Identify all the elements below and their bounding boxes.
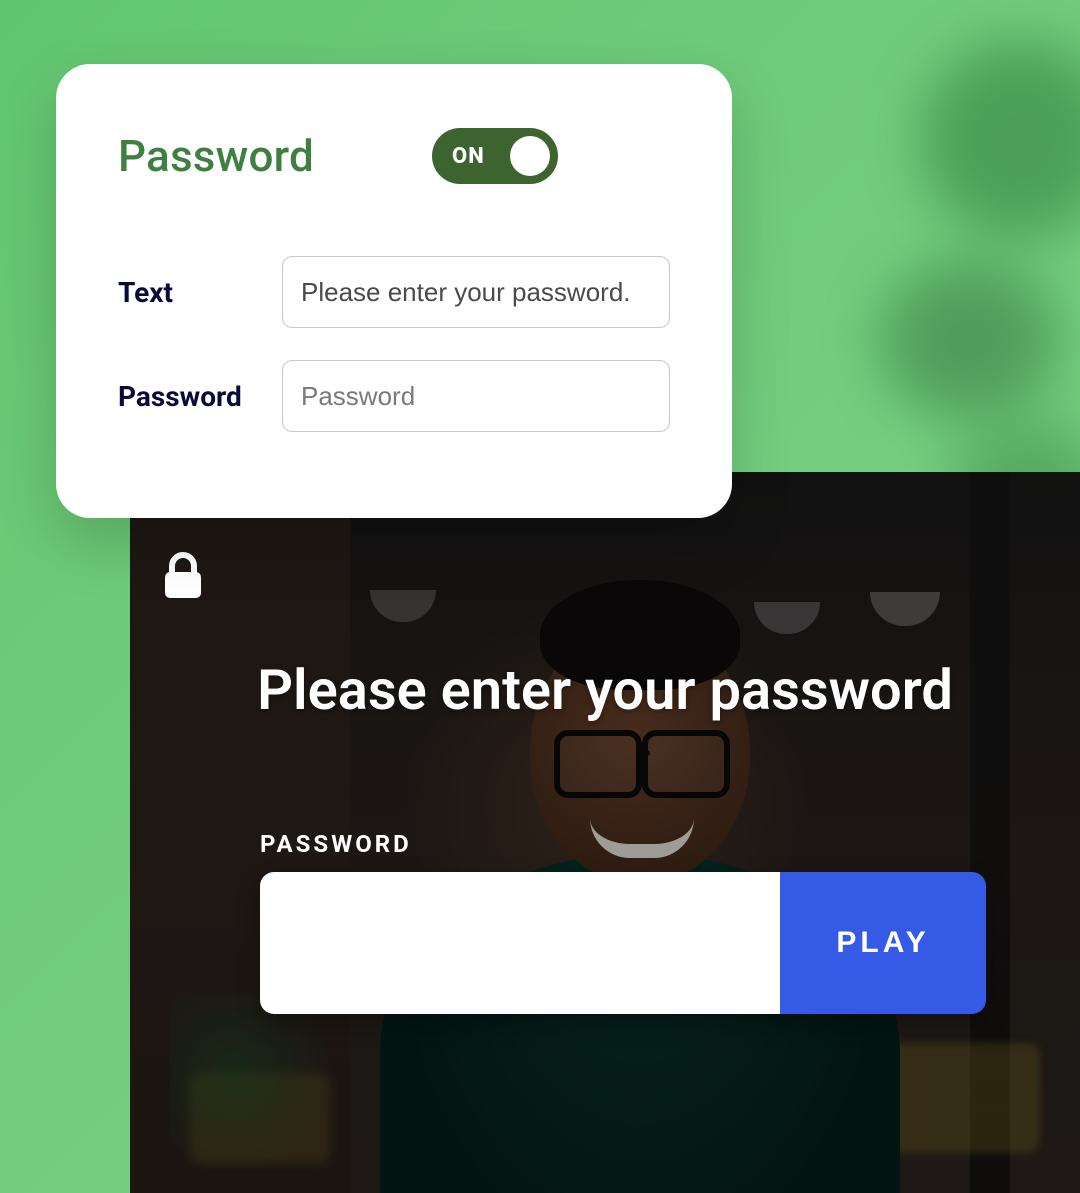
- password-gate-preview: Please enter your password PASSWORD PLAY: [130, 472, 1080, 1193]
- stage: Please enter your password PASSWORD PLAY…: [0, 0, 1080, 1193]
- password-toggle[interactable]: ON: [432, 128, 558, 184]
- background-blur: [880, 260, 1060, 420]
- text-row: Text: [118, 256, 670, 328]
- text-input[interactable]: [282, 256, 670, 328]
- card-title: Password: [118, 130, 314, 182]
- password-prompt: Please enter your password: [130, 658, 1080, 722]
- text-label: Text: [118, 276, 282, 309]
- toggle-knob: [510, 136, 550, 176]
- toggle-state-label: ON: [452, 144, 485, 169]
- password-settings-card: Password ON Text Password: [56, 64, 732, 518]
- play-button[interactable]: PLAY: [780, 872, 986, 1014]
- background-blur: [920, 40, 1080, 240]
- password-input[interactable]: [260, 872, 780, 1014]
- card-header: Password ON: [118, 128, 670, 184]
- password-input-row: PLAY: [260, 872, 986, 1014]
- password-row: Password: [118, 360, 670, 432]
- password-label: Password: [118, 380, 282, 413]
- lock-icon: [162, 552, 204, 600]
- password-setting-input[interactable]: [282, 360, 670, 432]
- password-field-label: PASSWORD: [260, 830, 412, 858]
